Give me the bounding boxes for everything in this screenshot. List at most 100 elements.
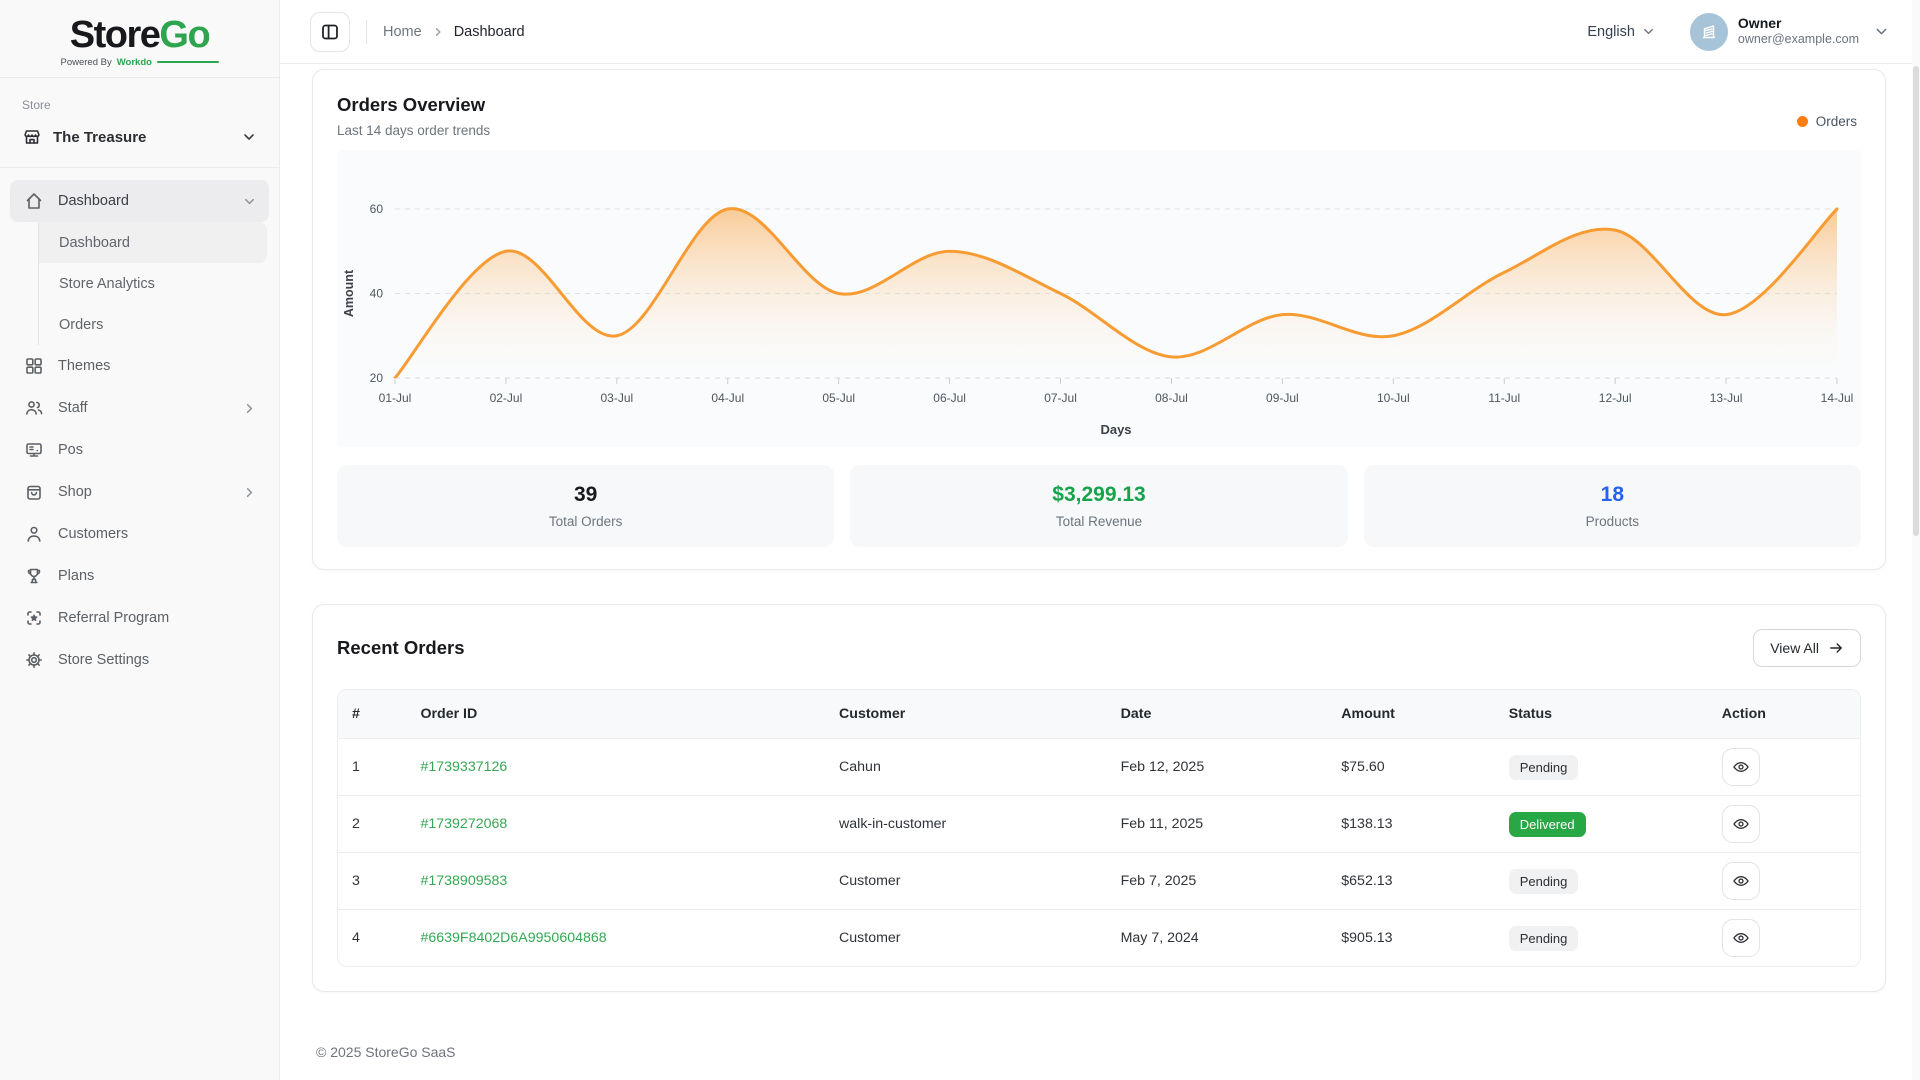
svg-text:04-Jul: 04-Jul [711,391,744,405]
sidebar-item-referral-program[interactable]: Referral Program [10,597,269,639]
header-divider [366,20,367,44]
user-email: owner@example.com [1738,32,1859,48]
sidebar-item-customers[interactable]: Customers [10,513,269,555]
sidebar-item-label: Plans [58,568,94,584]
eye-icon [1732,929,1750,947]
sidebar-item-pos[interactable]: Pos [10,429,269,471]
row-date: Feb 11, 2025 [1107,816,1328,832]
breadcrumb-current: Dashboard [454,24,525,40]
recent-orders-title: Recent Orders [337,637,465,659]
users-icon [24,398,44,418]
sidebar-item-label: Staff [58,400,88,416]
recent-orders-card: Recent Orders View All # Order ID Custom… [312,604,1886,992]
avatar [1690,13,1728,51]
order-id-link[interactable]: #1739272068 [420,816,507,832]
svg-text:02-Jul: 02-Jul [490,391,523,405]
sidebar-subitem-dashboard[interactable]: Dashboard [39,222,267,263]
legend-dot-icon [1797,116,1808,127]
svg-text:06-Jul: 06-Jul [933,391,966,405]
svg-text:14-Jul: 14-Jul [1821,391,1854,405]
orders-chart: 20406001-Jul02-Jul03-Jul04-Jul05-Jul06-J… [337,150,1861,442]
svg-text:10-Jul: 10-Jul [1377,391,1410,405]
chevron-down-icon [1641,24,1656,39]
row-index: 1 [338,759,406,775]
language-selector[interactable]: English [1587,24,1656,40]
stat-total-revenue: $3,299.13 Total Revenue [850,465,1347,547]
chart-subtitle: Last 14 days order trends [337,123,1861,138]
view-order-button[interactable] [1722,748,1760,786]
view-order-button[interactable] [1722,805,1760,843]
row-index: 2 [338,816,406,832]
status-badge: Delivered [1509,812,1586,837]
brand-logo[interactable]: StoreGo Powered By Workdo [0,0,279,78]
view-all-button[interactable]: View All [1753,629,1861,667]
row-amount: $652.13 [1327,873,1494,889]
view-order-button[interactable] [1722,862,1760,900]
chart-title: Orders Overview [337,94,1861,116]
stat-value: 39 [574,483,597,507]
svg-text:07-Jul: 07-Jul [1044,391,1077,405]
stat-label: Total Revenue [1056,514,1142,529]
row-date: Feb 7, 2025 [1107,873,1328,889]
order-id-link[interactable]: #1739337126 [420,759,507,775]
stat-value: 18 [1601,483,1624,507]
view-order-button[interactable] [1722,919,1760,957]
sidebar-subitem-store-analytics[interactable]: Store Analytics [39,263,267,304]
home-icon [24,191,44,211]
row-customer: walk-in-customer [825,816,1107,832]
sidebar-item-plans[interactable]: Plans [10,555,269,597]
stat-label: Products [1586,514,1639,529]
gear-icon [24,650,44,670]
order-id-link[interactable]: #1738909583 [420,873,507,889]
svg-text:40: 40 [370,287,384,301]
col-order-id: Order ID [406,706,825,722]
sidebar-item-shop[interactable]: Shop [10,471,269,513]
svg-text:Days: Days [1100,422,1131,437]
row-index: 3 [338,873,406,889]
col-amount: Amount [1327,706,1494,722]
scrollbar-thumb[interactable] [1913,66,1919,536]
sidebar-subitem-orders[interactable]: Orders [39,304,267,345]
sidebar-item-label: Dashboard [58,193,129,209]
powered-by-text: Powered By [61,57,112,68]
sidebar-item-dashboard[interactable]: Dashboard [10,180,269,222]
brand-store-text: Store [70,14,160,56]
sidebar-toggle-button[interactable] [310,12,350,52]
sidebar-item-store-settings[interactable]: Store Settings [10,639,269,681]
sidebar-item-themes[interactable]: Themes [10,345,269,387]
eye-icon [1732,872,1750,890]
svg-text:08-Jul: 08-Jul [1155,391,1188,405]
chevron-right-icon [242,485,257,500]
sidebar-item-label: Shop [58,484,92,500]
sidebar-item-label: Referral Program [58,610,169,626]
row-date: Feb 12, 2025 [1107,759,1328,775]
eye-icon [1732,758,1750,776]
sidebar-item-label: Themes [58,358,110,374]
store-switcher[interactable]: The Treasure [22,127,257,147]
table-row: 1 #1739337126 Cahun Feb 12, 2025 $75.60 … [338,738,1860,795]
chevron-down-icon [242,194,257,209]
brand-wordmark: StoreGo [70,16,209,54]
subitem-label: Dashboard [59,235,130,251]
chevron-down-icon [241,129,257,145]
svg-text:09-Jul: 09-Jul [1266,391,1299,405]
stat-products: 18 Products [1364,465,1861,547]
col-status: Status [1495,706,1708,722]
row-customer: Cahun [825,759,1107,775]
powered-by-line [157,61,219,63]
breadcrumb: Home Dashboard [383,24,525,40]
row-date: May 7, 2024 [1107,930,1328,946]
col-customer: Customer [825,706,1107,722]
sidebar-item-label: Store Settings [58,652,149,668]
user-name: Owner [1738,15,1859,33]
svg-text:05-Jul: 05-Jul [822,391,855,405]
breadcrumb-home[interactable]: Home [383,24,422,40]
order-id-link[interactable]: #6639F8402D6A9950604868 [420,930,606,946]
dashboard-submenu: Dashboard Store Analytics Orders [38,222,267,345]
chevron-right-icon [432,26,444,38]
user-menu[interactable]: Owner owner@example.com [1690,13,1890,51]
row-index: 4 [338,930,406,946]
sidebar-item-label: Customers [58,526,128,542]
top-header: Home Dashboard English Owner owner@examp… [280,0,1920,64]
sidebar-item-staff[interactable]: Staff [10,387,269,429]
